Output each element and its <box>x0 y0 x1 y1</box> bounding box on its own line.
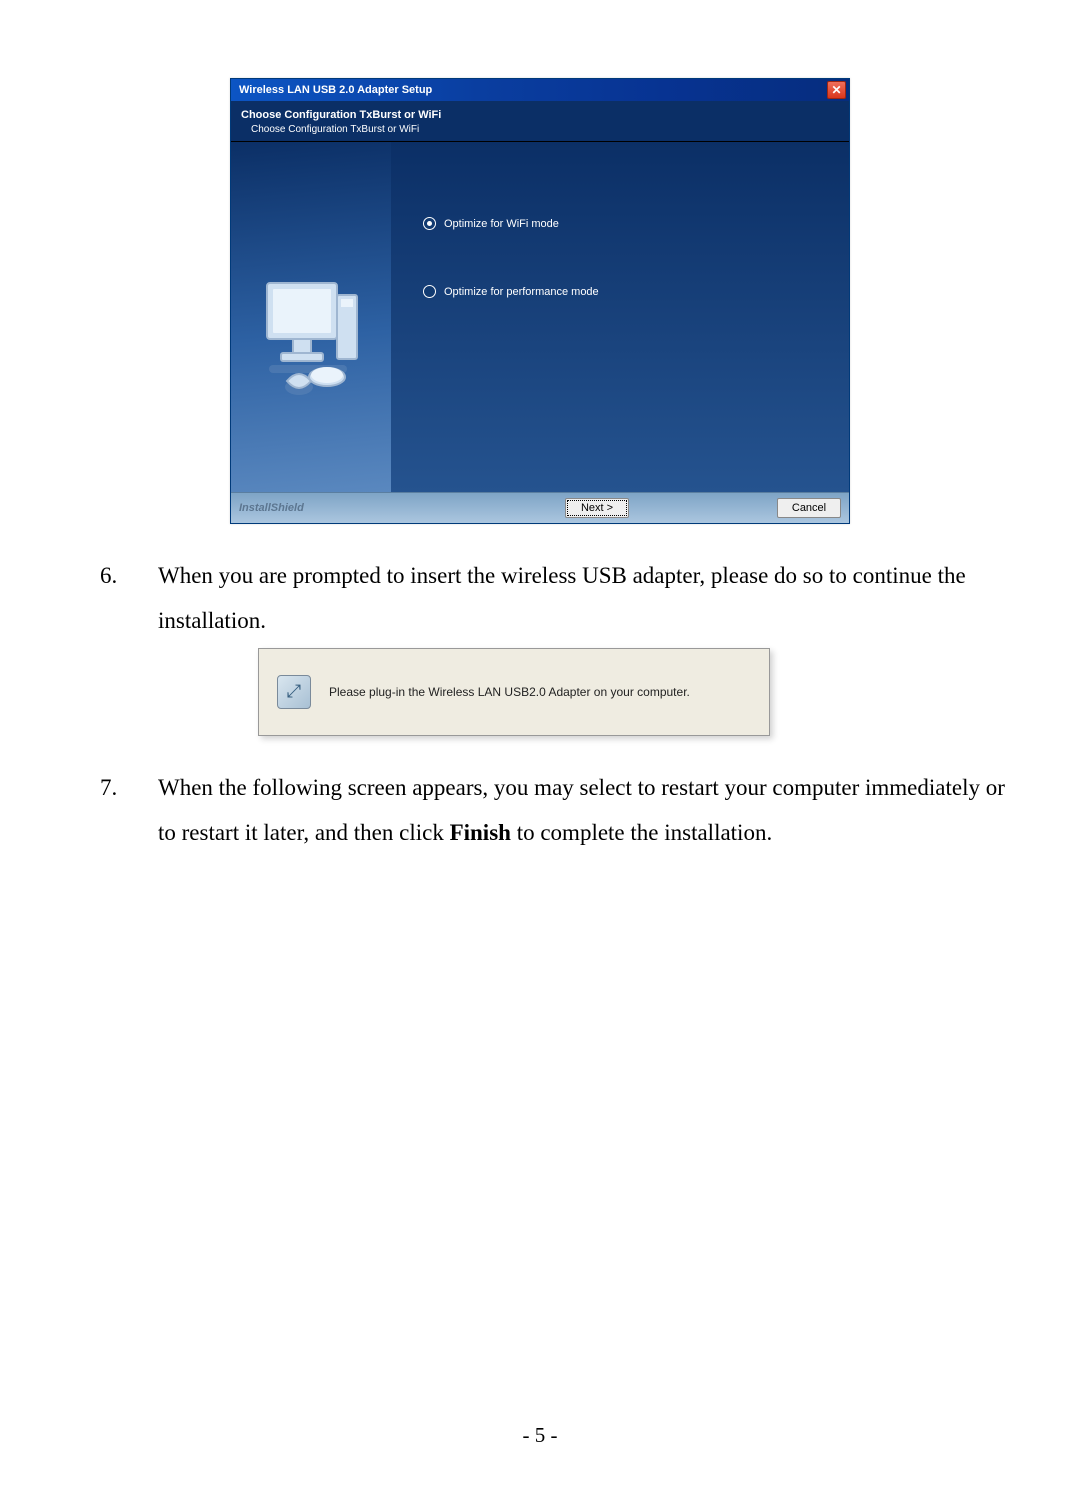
step-text-suffix: to complete the installation. <box>511 820 772 845</box>
step-text: When the following screen appears, you m… <box>158 766 1028 856</box>
installer-footer: InstallShield Next > Cancel <box>231 492 849 523</box>
title-bar: Wireless LAN USB 2.0 Adapter Setup ✕ <box>231 79 849 101</box>
installer-window: Wireless LAN USB 2.0 Adapter Setup ✕ Cho… <box>230 78 850 524</box>
installer-subheading: Choose Configuration TxBurst or WiFi <box>251 124 839 135</box>
step-6: 6. When you are prompted to insert the w… <box>100 554 1040 644</box>
adapter-icon: ⤢ <box>277 675 311 709</box>
cancel-button-label: Cancel <box>792 502 826 514</box>
window-title: Wireless LAN USB 2.0 Adapter Setup <box>239 84 432 96</box>
installer-sidebar-image <box>231 142 391 492</box>
step-7: 7. When the following screen appears, yo… <box>100 766 1040 856</box>
installer-heading: Choose Configuration TxBurst or WiFi <box>241 109 839 121</box>
option-label: Optimize for WiFi mode <box>444 218 559 230</box>
radio-icon <box>423 285 436 298</box>
next-button-label: Next > <box>581 502 613 514</box>
plugin-prompt-dialog: ⤢ Please plug-in the Wireless LAN USB2.0… <box>258 648 770 736</box>
installshield-brand: InstallShield <box>239 502 304 514</box>
monitor-icon <box>259 277 369 407</box>
installer-options: Optimize for WiFi mode Optimize for perf… <box>391 142 849 492</box>
step-text: When you are prompted to insert the wire… <box>158 554 1028 644</box>
step-text-bold: Finish <box>450 820 511 845</box>
step-number: 6. <box>100 554 120 644</box>
close-icon: ✕ <box>831 84 841 96</box>
installer-header: Choose Configuration TxBurst or WiFi Cho… <box>231 101 849 142</box>
option-performance-mode[interactable]: Optimize for performance mode <box>423 285 833 298</box>
next-button[interactable]: Next > <box>565 498 629 518</box>
adapter-icon-glyph: ⤢ <box>287 681 301 702</box>
option-wifi-mode[interactable]: Optimize for WiFi mode <box>423 217 833 230</box>
cancel-button[interactable]: Cancel <box>777 498 841 518</box>
step-number: 7. <box>100 766 120 856</box>
option-label: Optimize for performance mode <box>444 286 599 298</box>
prompt-text: Please plug-in the Wireless LAN USB2.0 A… <box>329 685 690 699</box>
installer-body: Optimize for WiFi mode Optimize for perf… <box>231 142 849 492</box>
close-button[interactable]: ✕ <box>827 81 846 99</box>
radio-icon <box>423 217 436 230</box>
page-number: - 5 - <box>0 1423 1080 1448</box>
